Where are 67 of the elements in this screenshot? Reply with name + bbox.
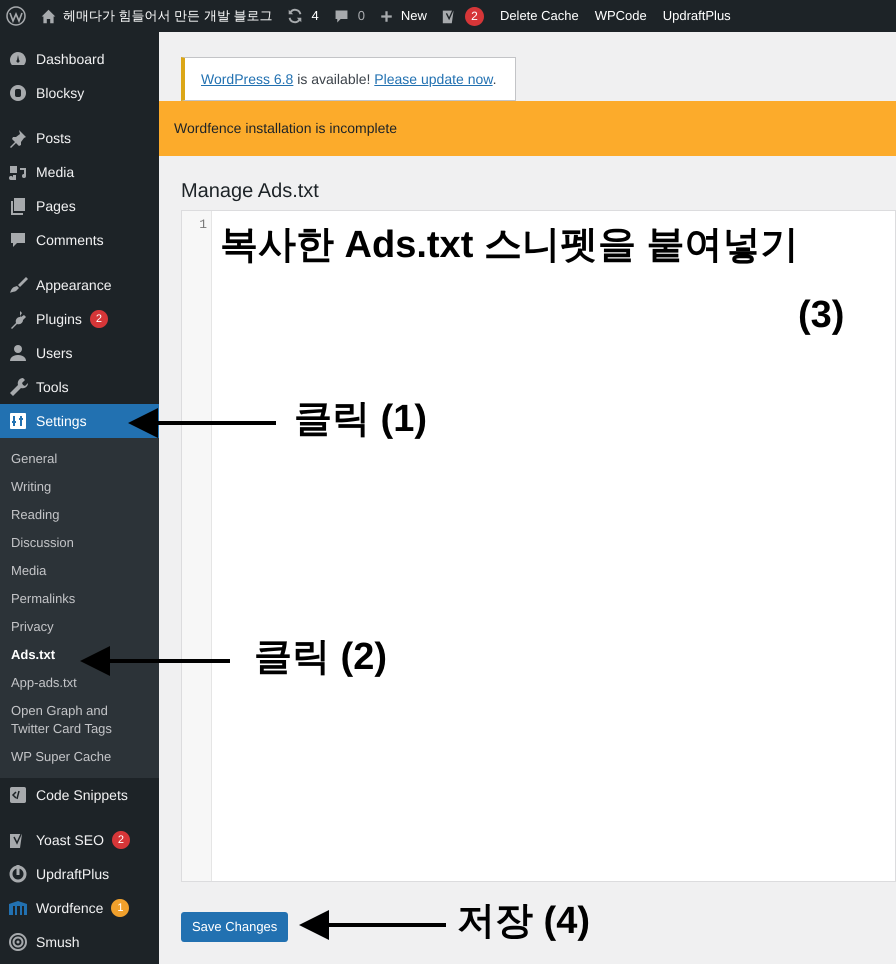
menu-item[interactable]: Blocksy [0,76,159,110]
speech-bubble-icon [8,230,28,250]
annotation-text: 복사한 Ads.txt 스니펫을 붙여넣기 [220,223,798,268]
brush-icon [8,275,28,295]
submenu-item[interactable]: Discussion [0,529,159,557]
toolbar-link[interactable]: UpdraftPlus [662,6,731,26]
plus-icon [378,8,394,24]
sliders-icon [8,411,28,431]
annotation-text: 클릭 (2) [254,635,387,680]
submenu-item[interactable]: Writing [0,473,159,501]
notification-badge: 2 [464,6,484,26]
submenu-item[interactable]: Permalinks [0,585,159,613]
menu-item[interactable]: Media [0,155,159,189]
comments-link[interactable]: 0 [332,6,365,26]
menu-item[interactable]: Dashboard [0,42,159,76]
menu-item[interactable]: Settings [0,404,159,438]
submenu-item[interactable]: Media [0,557,159,585]
menu-item[interactable]: Wordfence 1 [0,891,159,925]
refresh-icon [286,7,304,25]
menu-item[interactable]: UpdraftPlus [0,857,159,891]
user-icon [8,343,28,363]
menu-item[interactable]: Tools [0,370,159,404]
save-button[interactable]: Save Changes [181,912,288,942]
menu-item[interactable]: Posts [0,121,159,155]
menu-item[interactable]: Comments [0,223,159,257]
new-link[interactable]: New [378,6,427,26]
submenu-item[interactable]: Ads.txt [0,641,159,669]
concentric-circles-icon [8,932,28,952]
code-icon [8,785,28,805]
submenu-item[interactable]: Open Graph and Twitter Card Tags [0,697,159,743]
annotation-text: (3) [798,293,844,338]
page-title: Manage Ads.txt [181,179,320,204]
notification-badge: 2 [90,310,108,328]
warning-text: Wordfence installation is incomplete [174,119,398,138]
submenu-item[interactable]: App-ads.txt [0,669,159,697]
pin-icon [8,128,28,148]
menu-item[interactable]: Pages [0,189,159,223]
menu-item[interactable]: Yoast SEO 2 [0,823,159,857]
line-number: 1 [199,216,207,234]
submenu-item[interactable]: Reading [0,501,159,529]
home-icon [40,8,57,24]
ring-icon [8,864,28,884]
menu-item[interactable]: Plugins 2 [0,302,159,336]
submenu-item[interactable]: Privacy [0,613,159,641]
speech-bubble-icon [332,8,350,24]
annotation-text: 클릭 (1) [294,397,427,442]
wrench-icon [8,377,28,397]
notification-badge: 1 [111,899,130,917]
toolbar-link[interactable]: Delete Cache [500,6,579,26]
badge-circle-icon [8,83,28,103]
toolbar-link[interactable]: WPCode [594,6,647,26]
submenu-item[interactable]: WP Super Cache [0,743,159,771]
site-name-link[interactable]: 헤매다가 힘들어서 만든 개발 블로그 [40,6,272,26]
notification-badge: 2 [112,831,130,849]
submenu-item[interactable]: General [0,445,159,473]
wordpress-logo-icon[interactable] [6,6,26,26]
pages-icon [8,196,28,216]
update-link[interactable]: Please update now [374,70,493,86]
annotation-text: 저장 (4) [457,899,590,944]
menu-item[interactable]: Smush [0,925,159,959]
menu-item[interactable]: Code Snippets [0,778,159,812]
menu-item[interactable]: Appearance [0,268,159,302]
notice-text: WordPress 6.8 is available! Please update now. [201,70,496,89]
updates-link[interactable]: 4 [286,6,319,26]
version-link[interactable]: WordPress 6.8 [201,70,294,86]
fence-icon [8,898,28,918]
menu-item[interactable]: Users [0,336,159,370]
